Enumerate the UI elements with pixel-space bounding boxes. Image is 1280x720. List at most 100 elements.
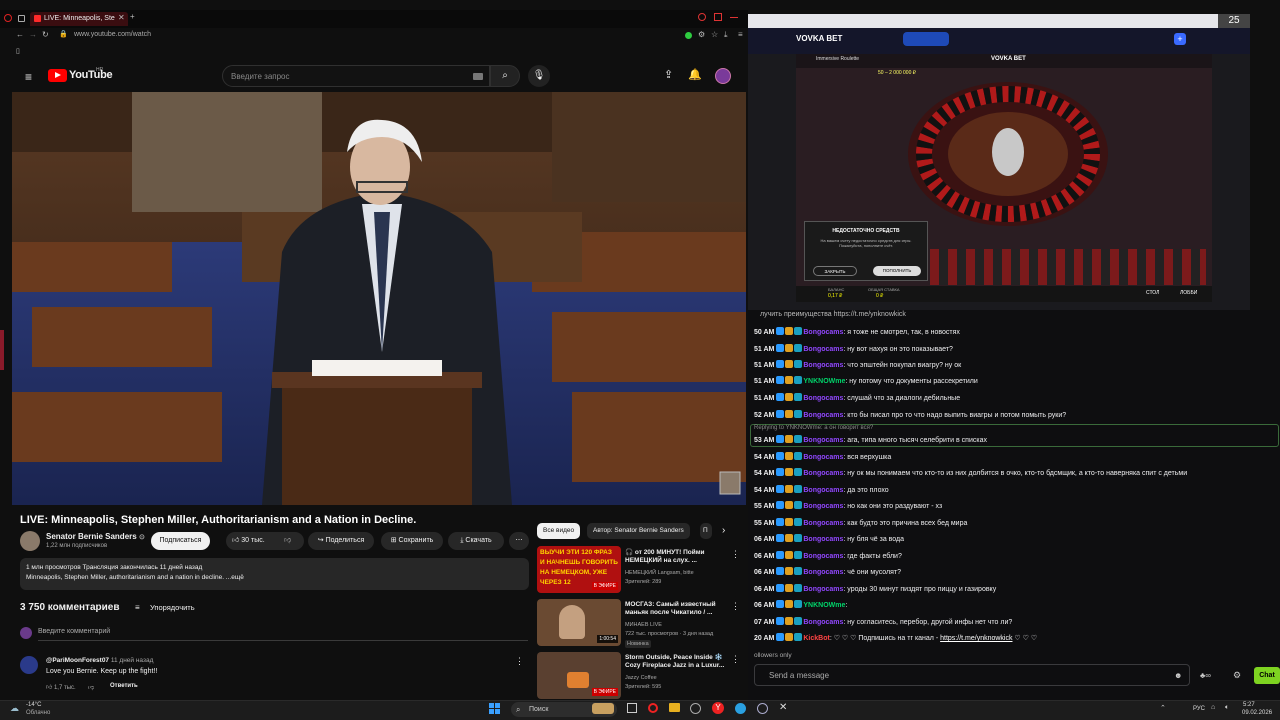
recommended-channel-1[interactable]: НЕМЕЦКИЙ Langsam, bitte [625, 569, 694, 577]
chat-link[interactable]: https://t.me/ynknowkick [940, 635, 1012, 642]
comment-like-button[interactable]: 👍︎ 1,7 тыс. [46, 683, 76, 691]
stream-embed[interactable]: 25 VOVKA BET + Immersive Roulette VOVKA … [748, 14, 1250, 310]
browser-logo-icon[interactable] [4, 14, 12, 22]
account-avatar[interactable] [715, 68, 731, 84]
chat-input[interactable]: Send a message [754, 664, 1190, 686]
dialog-topup-button[interactable]: ПОПОЛНИТЬ [873, 266, 921, 276]
download-button[interactable]: ⤓ Скачать [448, 532, 504, 550]
chat-username[interactable]: Bongocams [803, 619, 843, 626]
channel-name[interactable]: Senator Bernie Sanders ⊙ [46, 532, 145, 541]
settings-gear-icon[interactable]: ⚙ [1233, 670, 1241, 681]
tab-overview-icon[interactable] [18, 15, 25, 22]
chat-username[interactable]: Bongocams [803, 395, 843, 402]
clock-time[interactable]: 5:27 [1243, 702, 1255, 708]
chat-username[interactable]: Bongocams [803, 454, 843, 461]
lobby-button[interactable]: ЛОББИ [1180, 290, 1197, 296]
url-field[interactable]: www.youtube.com/watch [74, 31, 151, 38]
comment-author[interactable]: @PariMoonForest07 11 дней назад [46, 657, 153, 664]
opera-icon[interactable] [648, 703, 658, 713]
network-icon[interactable]: ⌂ [1211, 704, 1215, 711]
add-funds-icon[interactable]: + [1174, 33, 1186, 45]
youtube-logo-icon[interactable] [48, 69, 67, 82]
extension-icon[interactable] [685, 32, 692, 39]
sort-icon[interactable]: ≡ [135, 603, 140, 612]
language-indicator[interactable]: РУС [1193, 706, 1205, 712]
comment-author-avatar[interactable] [20, 656, 38, 674]
chat-username[interactable]: Bongocams [803, 536, 843, 543]
comment-more-icon[interactable]: ⋮ [515, 656, 524, 667]
recommended-more-icon[interactable]: ⋮ [731, 654, 740, 665]
clock-date[interactable]: 09.02.2026 [1242, 710, 1272, 716]
reload-icon[interactable]: ↻ [42, 30, 49, 39]
like-button[interactable]: 👍︎ 30 тыс. 👎︎ [226, 532, 304, 550]
points-icon[interactable]: ♣∞ [1200, 671, 1211, 680]
chat-username[interactable]: Bongocams [803, 346, 843, 353]
task-view-icon[interactable] [627, 703, 637, 713]
youtube-wordmark[interactable]: YouTube [69, 69, 113, 81]
chat-username[interactable]: Bongocams [803, 470, 843, 477]
file-explorer-icon[interactable] [669, 703, 680, 712]
keyboard-icon[interactable] [473, 73, 483, 80]
chat-username[interactable]: YNKNOWme [803, 378, 845, 385]
notifications-bell-icon[interactable]: 🔔 [688, 68, 702, 81]
chip-all[interactable]: Все видео [537, 523, 581, 539]
comment-dislike-icon[interactable]: 👎︎ [88, 683, 94, 691]
download-icon[interactable]: ⤓ [724, 30, 728, 40]
chat-username[interactable]: Bongocams [803, 569, 843, 576]
chat-username[interactable]: Bongocams [803, 412, 843, 419]
search-icon[interactable] [698, 13, 706, 21]
chat-username[interactable]: KickBot [803, 635, 829, 642]
comment-reply-button[interactable]: Ответить [110, 683, 138, 689]
casino-logo[interactable]: VOVKA BET [796, 34, 842, 43]
recommended-more-icon[interactable]: ⋮ [731, 549, 740, 560]
side-panel-handle[interactable] [0, 330, 4, 370]
chat-username[interactable]: Bongocams [803, 329, 843, 336]
emoji-icon[interactable]: ☻ [1174, 671, 1182, 680]
create-icon[interactable]: ⇪ [664, 68, 673, 81]
minimize-icon[interactable] [730, 17, 738, 18]
recommended-thumbnail-1[interactable]: ВЫУЧИ ЭТИ 120 ФРАЗ И НАЧНЕШЬ ГОВОРИТЬ НА… [537, 546, 621, 593]
chip-more[interactable]: П [700, 523, 712, 539]
yandex-icon[interactable]: Y [712, 702, 724, 714]
recommended-channel-2[interactable]: МИНАЕВ LIVE [625, 621, 662, 629]
start-button[interactable] [489, 703, 500, 714]
app-icon[interactable]: ✕ [779, 702, 787, 713]
tray-chevron-icon[interactable]: ⌃ [1160, 704, 1166, 712]
settings-app-icon[interactable] [757, 703, 768, 714]
chat-username[interactable]: Bongocams [803, 520, 843, 527]
table-button[interactable]: СТОЛ [1146, 290, 1159, 296]
dialog-close-button[interactable]: ЗАКРЫТЬ [813, 266, 857, 276]
voice-search-button[interactable]: 🎙 [528, 65, 550, 87]
extension2-icon[interactable]: ⚙ [698, 30, 705, 39]
bookmark-icon[interactable]: ☆ [711, 30, 718, 39]
more-actions-button[interactable]: ⋯ [509, 532, 529, 550]
chat-send-button[interactable]: Chat [1254, 667, 1280, 684]
recommended-title-2[interactable]: МОСГАЗ: Самый известный маньяк после Чик… [625, 601, 729, 617]
thumbs-down-icon[interactable]: 👎︎ [284, 532, 291, 550]
recommended-title-1[interactable]: 🎧 от 200 МИНУТ! Пойми НЕМЕЦКИЙ на слух. … [625, 549, 729, 565]
recommended-thumbnail-3[interactable]: В ЭФИРЕ [537, 652, 621, 699]
recommended-title-3[interactable]: Storm Outside, Peace Inside ❄️ Cozy Fire… [625, 654, 729, 670]
chat-username[interactable]: Bongocams [803, 586, 843, 593]
hamburger-icon[interactable]: ≡ [25, 70, 32, 84]
search-button[interactable]: ⌕ [490, 65, 520, 87]
forward-icon[interactable]: → [29, 30, 37, 39]
volume-icon[interactable]: 🔈︎ [1225, 704, 1229, 712]
description-box[interactable]: 1 млн просмотров Трансляция закончилась … [20, 558, 529, 590]
chat-username[interactable]: YNKNOWme [803, 602, 845, 609]
chat-username[interactable]: Bongocams [803, 362, 843, 369]
chat-username[interactable]: Bongocams [803, 487, 843, 494]
chips-next-icon[interactable]: › [722, 525, 725, 536]
casino-nav-active[interactable] [903, 32, 949, 46]
comment-input[interactable]: Введите комментарий [38, 628, 110, 635]
new-tab-icon[interactable]: + [130, 12, 135, 21]
recommended-more-icon[interactable]: ⋮ [731, 601, 740, 612]
subscribe-button[interactable]: Подписаться [151, 532, 210, 550]
recommended-channel-3[interactable]: Jazzy Coffee [625, 674, 657, 682]
menu-icon[interactable]: ≡ [738, 30, 743, 39]
chat-username[interactable]: Bongocams [803, 503, 843, 510]
save-button[interactable]: ⊞ Сохранить [381, 532, 443, 550]
channel-avatar[interactable] [20, 531, 40, 551]
back-icon[interactable]: ← [16, 30, 24, 39]
betting-table[interactable] [930, 249, 1206, 285]
